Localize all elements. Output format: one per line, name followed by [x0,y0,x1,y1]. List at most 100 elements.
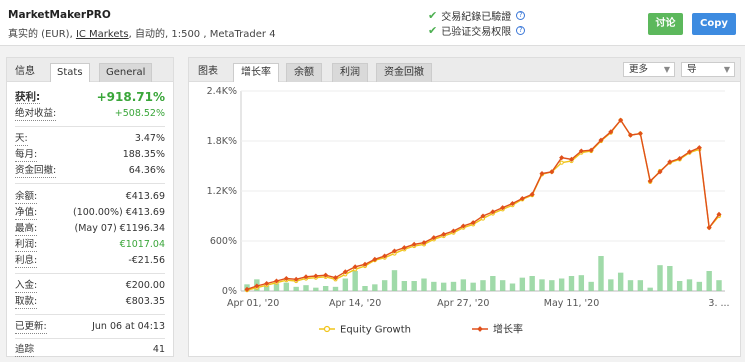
volume-bar [352,271,358,291]
volume-bar [381,280,388,291]
tab-balance[interactable]: 余额 [286,63,322,82]
volume-bar [431,281,437,291]
stat-interest: 利息: -€21.56 [15,255,165,268]
divider [15,183,165,184]
export-dropdown[interactable]: 导 ▼ [681,62,735,77]
broker-link[interactable]: IC Markets [76,29,129,40]
volume-bar [460,279,467,291]
chevron-down-icon: ▼ [723,65,730,74]
legend-marker [323,325,331,333]
x-tick-label: Apr 27, '20 [437,298,489,309]
divider [15,314,165,315]
stat-value: (May 07) €1196.34 [74,223,165,234]
equity-growth-line [246,118,720,291]
stat-label: 绝对收益: [15,108,57,121]
volume-bar [706,271,712,291]
stat-label: 利润: [15,239,38,252]
stat-value: 188.35% [122,149,165,160]
volume-bar [617,272,624,291]
volume-bar [391,270,398,291]
volume-bar [440,282,447,291]
volume-bar [598,256,604,291]
stat-label: 利息: [15,255,38,268]
volume-bar [509,283,516,291]
tab-charts[interactable]: 图表 [191,63,225,82]
volume-bar [421,278,427,291]
stat-value: €200.00 [125,280,165,291]
stat-monthly: 每月: 188.35% [15,149,165,162]
volume-bar [470,282,476,291]
volume-bar [372,284,378,291]
volume-bar [686,279,693,291]
stat-highest: 最高: (May 07) €1196.34 [15,223,165,236]
volume-bar [608,279,614,291]
volume-bar [362,286,368,291]
verification-label: 已验证交易权限 [441,27,512,38]
stat-daily: 天: 3.47% [15,133,165,146]
x-tick-label: Apr 01, '20 [227,298,279,309]
tab-drawdown[interactable]: 资金回撤 [376,63,432,82]
stat-updated: 已更新: Jun 06 at 04:13 [15,321,165,334]
info-icon[interactable]: ? [516,26,526,35]
stat-tracking: 追踪 41 [15,344,165,357]
stat-label: 追踪 [15,344,35,357]
stat-label: 最高: [15,223,38,236]
y-axis-labels: 2.4K% 1.8K% 1.2K% 600% 0% [207,86,237,297]
growth-point[interactable] [637,130,643,137]
volume-bar [490,276,496,291]
stat-deposits: 入金: €200.00 [15,280,165,293]
chart-legend: Equity Growth 增长率 [319,323,523,336]
verification-list: ✔ 交易紀錄已驗證 ? ✔ 已验证交易权限 ? [428,8,526,38]
tab-growth[interactable]: 增长率 [233,63,279,82]
volume-bar [450,281,457,291]
system-name[interactable]: MarketMakerPRO [8,9,111,21]
legend-growth[interactable]: 增长率 [493,323,523,336]
x-tick-label: 3. ... [708,298,729,309]
volume-bar [519,277,526,291]
stat-gain: 获利: +918.71% [15,91,165,107]
more-dropdown[interactable]: 更多 ▼ [623,62,675,77]
stat-label: 已更新: [15,321,47,334]
tab-profit[interactable]: 利润 [332,63,368,82]
stat-value: €1017.04 [119,239,165,250]
gridlines [240,90,725,292]
equity-growth-point[interactable] [559,160,564,165]
stat-label: 获利: [15,91,41,104]
volume-bar [499,280,506,291]
stat-label: 余额: [15,191,38,204]
volume-bar [322,286,329,291]
volume-bar [313,287,319,291]
stat-value: -€21.56 [128,255,165,266]
export-dropdown-label: 导 [687,64,697,75]
account-header: MarketMakerPRO 真实的 (EUR), IC Markets, 自动… [0,0,745,46]
subtitle-suffix: , 自动的, 1:500 , MetaTrader 4 [128,29,276,40]
volume-bar [647,287,653,291]
volume-bar [303,285,309,291]
stat-value: Jun 06 at 04:13 [92,321,165,332]
divider [15,338,165,339]
more-dropdown-label: 更多 [629,64,649,75]
volume-bar [401,281,408,291]
checkmark-icon: ✔ [428,24,438,37]
y-tick-label: 0% [222,286,237,297]
chart-panel: 图表 增长率 余额 利润 资金回撤 更多 ▼ 导 ▼ 2.4K% 1.8K% 1.2… [188,57,741,357]
volume-bar [578,275,585,291]
y-tick-label: 1.8K% [207,136,237,147]
divider [15,126,165,127]
info-icon[interactable]: ? [516,11,526,20]
tab-general[interactable]: General [99,63,153,82]
stats-tabs: 信息 Stats General [7,58,173,82]
copy-button[interactable]: Copy [692,13,736,35]
tab-stats[interactable]: Stats [50,63,90,82]
tab-info[interactable]: 信息 [9,63,41,82]
x-tick-label: May 11, '20 [544,298,600,309]
volume-bar [539,279,545,291]
volume-bar [558,278,565,291]
volume-bar [342,278,349,291]
stat-value: €413.69 [125,191,165,202]
volume-bar [588,281,594,291]
stats-panel: 信息 Stats General 获利: +918.71% 绝对收益: +508… [6,57,174,357]
verification-track-record: ✔ 交易紀錄已驗證 ? [428,8,526,23]
discuss-button[interactable]: 讨论 [648,13,683,35]
legend-equity-growth[interactable]: Equity Growth [340,325,411,336]
